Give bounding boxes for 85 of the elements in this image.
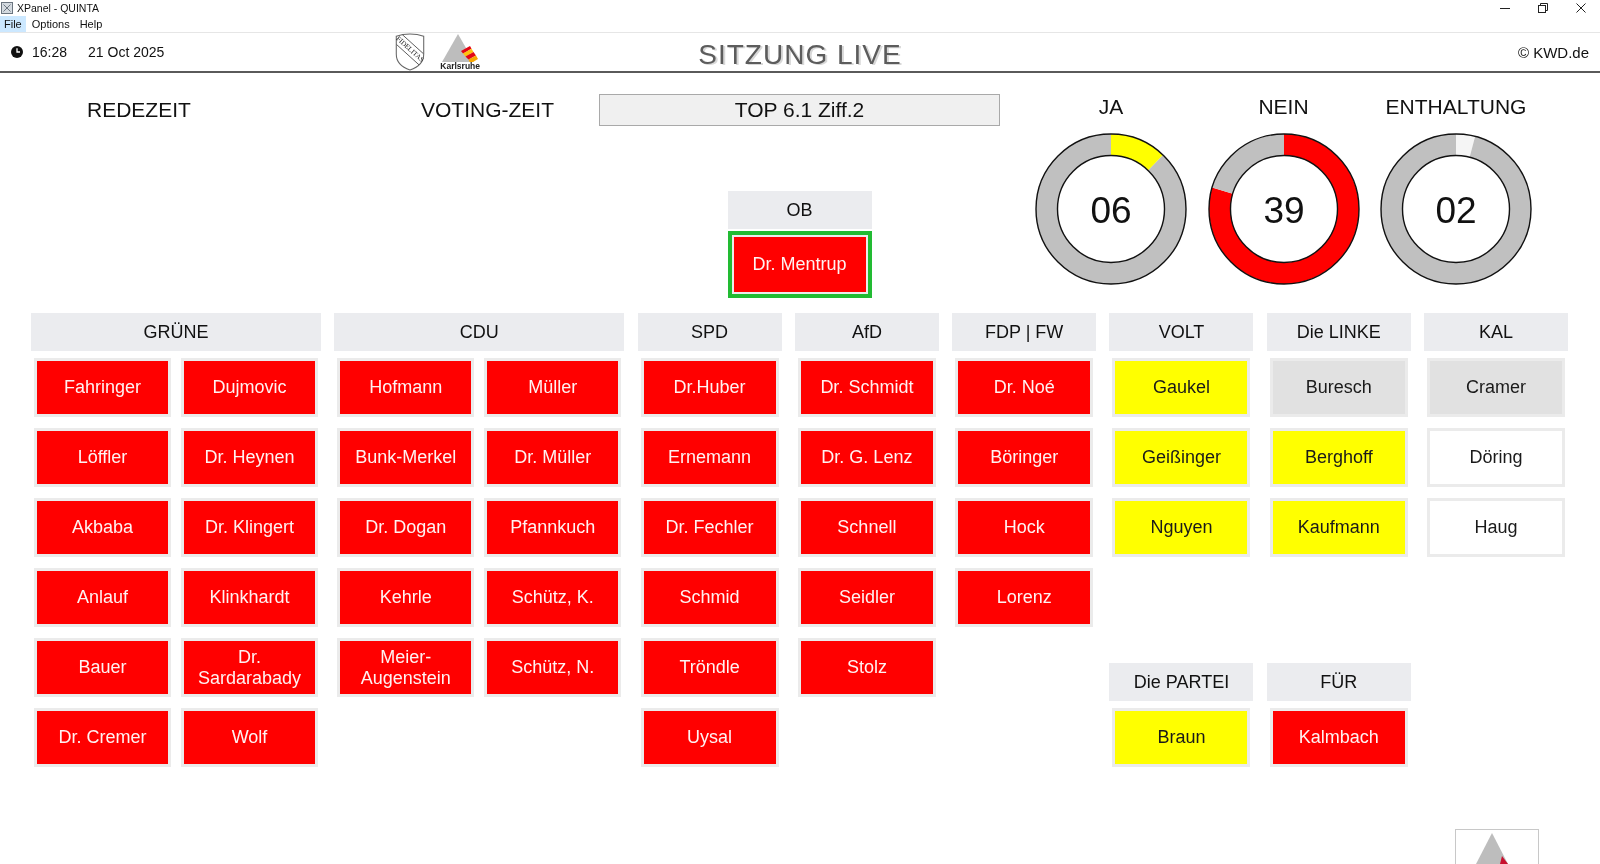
triangle-logo-icon [1455,829,1539,864]
member-tile: Uysal [640,708,779,767]
close-icon[interactable] [1576,3,1586,13]
clock-time: 16:28 [32,44,68,60]
date-text: 21 Oct 2025 [88,44,165,60]
member-tile: Dr. G. Lenz [797,428,936,487]
chart-title: NEIN [1258,94,1309,120]
member-tile: Dujmovic [181,358,318,417]
member-tile: Anlauf [34,568,171,627]
vote-count: 39 [1262,189,1305,231]
vote-count: 02 [1435,189,1477,231]
member-tile: Berghoff [1269,428,1408,487]
app-icon [1,2,13,14]
member-tile: Dr. Dogan [337,498,475,557]
group-header: VOLT [1109,313,1254,351]
member-tile: Haug [1427,498,1566,557]
member-tile: Bauer [34,638,171,697]
timer-label: REDEZEIT [87,98,192,122]
member-tile: Schütz, N. [484,638,622,697]
minimize-icon[interactable] [1500,7,1510,9]
member-tile: Tröndle [640,638,779,697]
member-tile: Hock [955,498,1094,557]
member-tile: Akbaba [34,498,171,557]
vote-count: 06 [1090,189,1132,231]
page-title: SITZUNG LIVE [698,37,902,71]
member-tile: Kaufmann [1269,498,1408,557]
member-tile: Stolz [797,638,936,697]
member-tile: Gaukel [1112,358,1251,417]
chart-title: ENTHALTUNG [1385,94,1527,120]
group-header: FDP | FW [952,313,1097,351]
member-tile: Klinkhardt [181,568,318,627]
group-header: GRÜNE [31,313,321,351]
member-tile: Dr. Mentrup [727,231,872,298]
member-tile: Müller [484,358,622,417]
group-header: OB [727,191,872,229]
member-tile: Seidler [797,568,936,627]
group-header: FÜR [1266,663,1411,701]
member-tile: Meier-Augenstein [337,638,475,697]
member-tile: Löffler [34,428,171,487]
group-header: CDU [334,313,625,351]
clock-icon [11,46,23,58]
member-tile: Nguyen [1112,498,1251,557]
member-tile: Dr. Heynen [181,428,318,487]
member-tile: Dr. Noé [955,358,1094,417]
member-tile: Kehrle [337,568,475,627]
chart-title: JA [1098,94,1124,120]
member-tile: Dr. Cremer [34,708,171,767]
member-tile: Dr. Sardarabady [181,638,318,697]
member-tile: Wolf [181,708,318,767]
member-tile: Dr. Fechler [640,498,779,557]
group-header: Die PARTEI [1109,663,1254,701]
window-title: XPanel - QUINTA [17,2,100,14]
member-tile: Schmid [640,568,779,627]
member-tile: Buresch [1269,358,1408,417]
member-tile: Cramer [1427,358,1566,417]
timer-label: VOTING-ZEIT [421,98,555,122]
restore-icon[interactable] [1538,3,1548,13]
group-header: KAL [1424,313,1569,351]
triangle-logo-icon [441,33,480,62]
group-header: Die LINKE [1266,313,1411,351]
member-tile: Dr. Klingert [181,498,318,557]
agenda-item-field: TOP 6.1 Ziff.2 [599,94,1000,126]
member-tile: Pfannkuch [484,498,622,557]
member-tile: Böringer [955,428,1094,487]
member-tile: Hofmann [337,358,475,417]
menu-item[interactable]: Options [27,16,74,32]
group-header: AfD [794,313,939,351]
member-tile: Lorenz [955,568,1094,627]
member-tile: Geißinger [1112,428,1251,487]
member-tile: Döring [1427,428,1566,487]
member-tile: Kalmbach [1269,708,1408,767]
member-tile: Fahringer [34,358,171,417]
member-tile: Dr. Müller [484,428,622,487]
member-tile: Braun [1112,708,1251,767]
group-header: SPD [637,313,782,351]
member-tile: Schnell [797,498,936,557]
member-tile: Ernemann [640,428,779,487]
member-tile: Dr.Huber [640,358,779,417]
copyright-text: © KWD.de [1517,43,1589,61]
menu-item[interactable]: File [0,16,26,32]
member-tile: Dr. Schmidt [797,358,936,417]
menu-item[interactable]: Help [75,16,107,32]
logo-text: Karlsruhe [440,61,480,71]
member-tile: Schütz, K. [484,568,622,627]
member-tile: Bunk-Merkel [337,428,475,487]
